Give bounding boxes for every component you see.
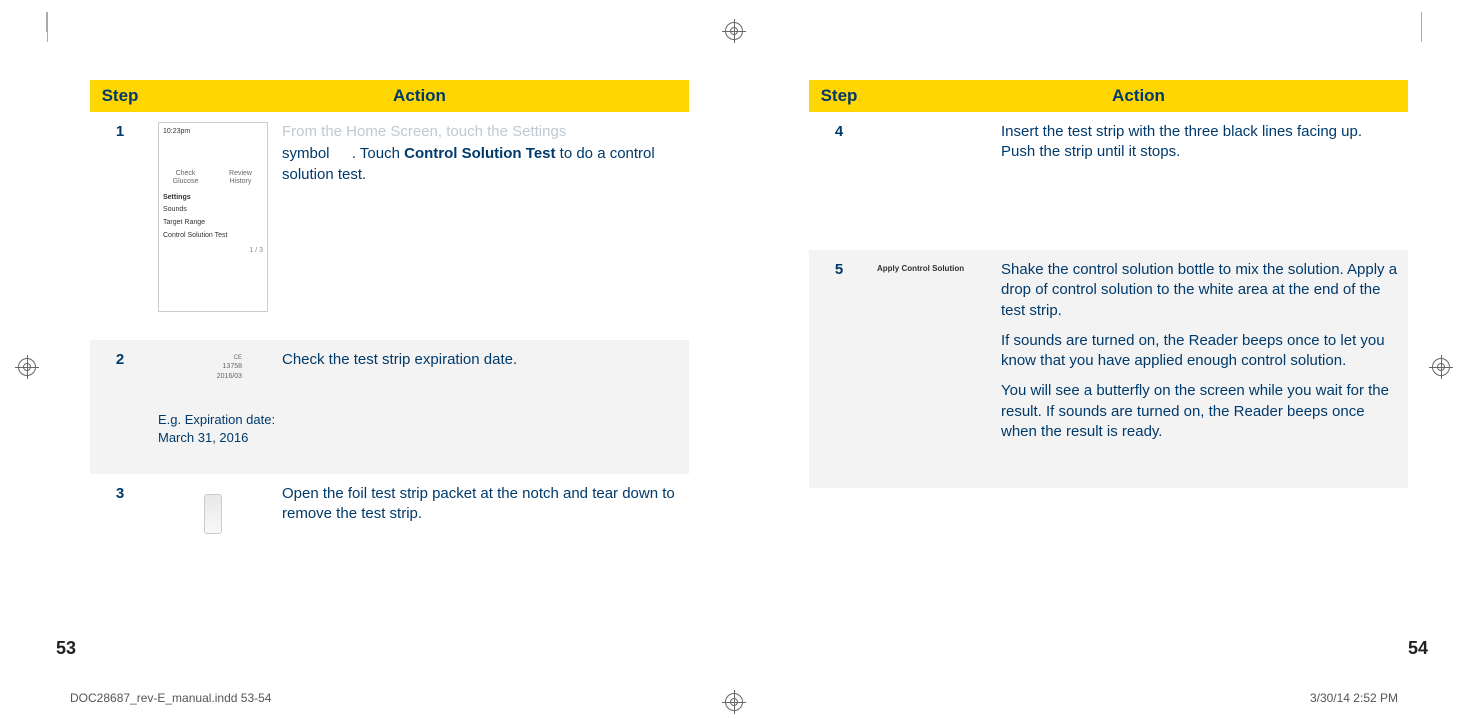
step-number: 2 (90, 340, 150, 474)
action-text: Check the test strip expiration date. (282, 350, 681, 381)
page-number-right: 54 (1408, 638, 1428, 659)
action-text: Open the foil test strip packet at the n… (282, 484, 681, 544)
print-footer: DOC28687_rev-E_manual.indd 53-54 3/30/14… (70, 691, 1398, 705)
expiration-example: E.g. Expiration date: March 31, 2016 (158, 411, 681, 446)
faded-text-line: From the Home Screen, touch the Settings (282, 122, 681, 142)
screen-thumbnail-settings: 10:23pm Check Glucose Review History Set… (158, 122, 268, 312)
steps-table-right: Step Action 4 Insert the test strip with… (809, 80, 1408, 488)
thumb-time: 10:23pm (163, 127, 263, 136)
page-right: Step Action 4 Insert the test strip with… (809, 80, 1408, 639)
page-number-left: 53 (56, 638, 76, 659)
table-row: 5 Apply Control Solution Shake the contr… (809, 250, 1408, 488)
table-row: 4 Insert the test strip with the three b… (809, 112, 1408, 250)
foil-packet-thumbnail (158, 484, 268, 544)
foil-packet-icon (204, 494, 222, 534)
step-number: 4 (809, 112, 869, 250)
thumb-exp: 2016/03 (158, 372, 242, 381)
registration-mark-left (18, 358, 36, 376)
thumb-menu-item: Sounds (163, 204, 263, 217)
col-header-step: Step (809, 80, 869, 112)
step-number: 1 (90, 112, 150, 340)
col-header-action: Action (150, 80, 689, 112)
action-text: Insert the test strip with the three bla… (1001, 122, 1400, 222)
step-number: 5 (809, 250, 869, 488)
thumb-lot: 13758 (158, 362, 242, 371)
action-text: Shake the control solution bottle to mix… (1001, 260, 1400, 460)
thumb-icon-check-glucose: Check Glucose (163, 170, 208, 185)
col-header-step: Step (90, 80, 150, 112)
action-cell: Insert the test strip with the three bla… (869, 112, 1408, 250)
insert-strip-thumbnail (877, 122, 987, 222)
step-number: 3 (90, 474, 150, 572)
action-text: From the Home Screen, touch the Settings… (282, 122, 681, 312)
thumb-menu: Settings Sounds Target Range Control Sol… (163, 192, 263, 242)
footer-filename: DOC28687_rev-E_manual.indd 53-54 (70, 691, 271, 705)
thumb-menu-item: Settings (163, 192, 263, 205)
table-row: 2 CE 13758 2016/03 Check the test strip … (90, 340, 689, 474)
thumb-icon-review-history: Review History (218, 170, 263, 185)
footer-timestamp: 3/30/14 2:52 PM (1310, 691, 1398, 705)
thumb-menu-item: Target Range (163, 217, 263, 230)
crop-mark-top-right (1402, 12, 1422, 32)
action-cell: Apply Control Solution Shake the control… (869, 250, 1408, 488)
apply-solution-thumbnail: Apply Control Solution (877, 260, 987, 460)
page-left: Step Action 1 10:23pm Check Glucose Revi… (90, 80, 689, 639)
col-header-action: Action (869, 80, 1408, 112)
registration-mark-top (725, 22, 743, 40)
action-cell: CE 13758 2016/03 Check the test strip ex… (150, 340, 689, 474)
thumb-ce: CE (158, 354, 242, 362)
table-row: 1 10:23pm Check Glucose Review History S… (90, 112, 689, 340)
strip-packet-thumbnail: CE 13758 2016/03 (158, 350, 268, 381)
table-header-row: Step Action (90, 80, 689, 112)
table-header-row: Step Action (809, 80, 1408, 112)
registration-mark-right (1432, 358, 1450, 376)
thumb-pager: 1 / 3 (163, 246, 263, 255)
crop-mark-top-left (46, 12, 66, 32)
action-cell: 10:23pm Check Glucose Review History Set… (150, 112, 689, 340)
steps-table-left: Step Action 1 10:23pm Check Glucose Revi… (90, 80, 689, 572)
thumb-menu-item: Control Solution Test (163, 230, 263, 243)
page-spread: Step Action 1 10:23pm Check Glucose Revi… (90, 80, 1408, 639)
action-cell: Open the foil test strip packet at the n… (150, 474, 689, 572)
table-row: 3 Open the foil test strip packet at the… (90, 474, 689, 572)
